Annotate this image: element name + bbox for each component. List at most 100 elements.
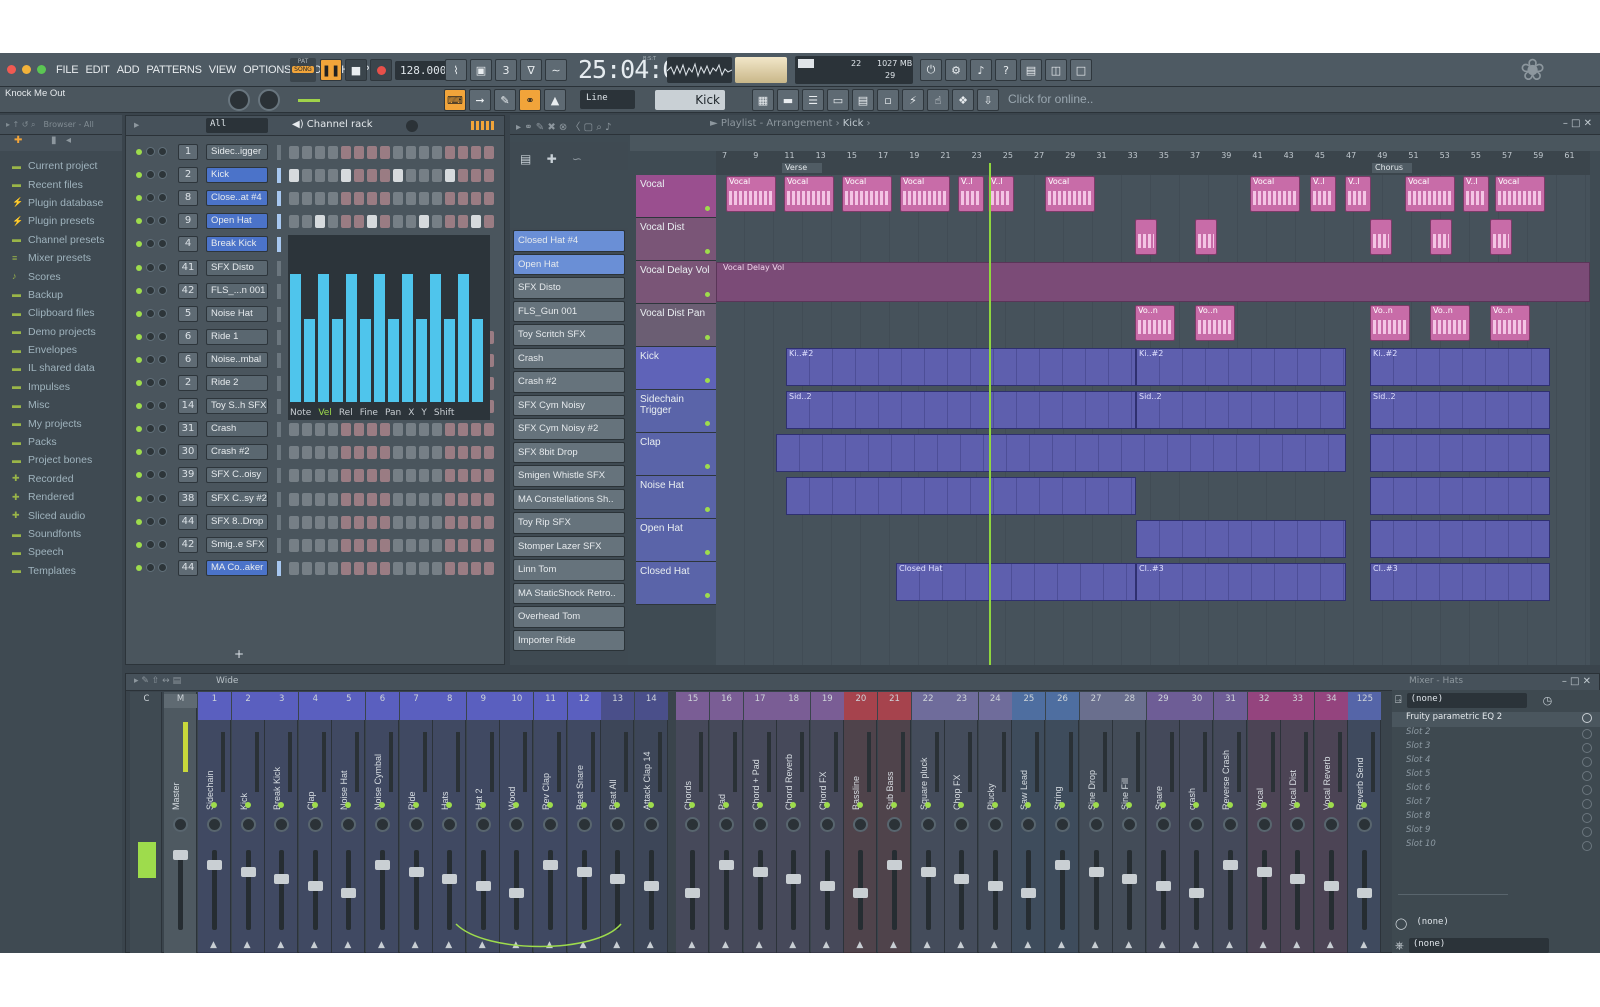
fader-cap[interactable] (307, 881, 323, 891)
input-icon[interactable]: ⍈ (1395, 693, 1402, 707)
channel-name-button[interactable]: Close..at #4 (206, 190, 268, 207)
channel-row[interactable]: 39 SFX C..oisy (126, 465, 506, 486)
channel-pan-knob[interactable] (146, 331, 155, 341)
insert-active-led[interactable] (1092, 802, 1099, 808)
insert-pan-knob[interactable] (920, 817, 936, 832)
fader-cap[interactable] (442, 874, 458, 884)
insert-active-led[interactable] (580, 802, 587, 808)
mixer-insert-strip[interactable]: 7 Ride ▲ (399, 692, 433, 953)
step-button[interactable] (354, 561, 364, 575)
browser-item[interactable]: ▬ Speech (0, 543, 122, 561)
step-button[interactable] (393, 515, 403, 529)
touch-controller-icon[interactable]: ☝ (927, 89, 949, 111)
timer-icon[interactable]: ◯ (1395, 917, 1407, 930)
channel-row[interactable]: 9 Open Hat (126, 211, 506, 232)
fader-cap[interactable] (752, 867, 768, 877)
fader-cap[interactable] (1055, 860, 1070, 870)
channel-mute-led[interactable] (136, 495, 142, 502)
insert-volume-fader[interactable] (643, 850, 659, 930)
step-button[interactable] (393, 561, 403, 575)
step-button[interactable] (406, 146, 416, 159)
channel-select-indicator[interactable] (277, 514, 281, 530)
mixer-insert-strip[interactable]: 26 String ▲ (1046, 692, 1079, 953)
graph-tab-pan[interactable]: Pan (385, 408, 401, 418)
step-button[interactable] (302, 561, 312, 575)
insert-name[interactable]: Plucky (986, 730, 1002, 810)
track-header[interactable]: Vocal Dist Pan (636, 304, 716, 347)
step-button[interactable] (380, 469, 390, 483)
pattern-item[interactable]: Open Hat (513, 253, 625, 275)
insert-volume-fader[interactable] (752, 850, 768, 930)
kick-clip[interactable]: Ki..#2 (1370, 348, 1550, 386)
pattern-item[interactable]: Linn Tom (513, 559, 625, 581)
channel-mute-led[interactable] (136, 241, 142, 248)
fader-cap[interactable] (1290, 874, 1306, 884)
insert-route-arrow-icon[interactable]: ▲ (756, 940, 763, 950)
step-button[interactable] (380, 169, 390, 183)
insert-volume-fader[interactable] (341, 850, 357, 930)
insert-name[interactable]: Snare (1154, 730, 1170, 810)
fader-cap[interactable] (207, 860, 222, 870)
step-button[interactable] (328, 215, 338, 229)
step-button[interactable] (328, 469, 338, 483)
channel-pan-knob[interactable] (146, 193, 155, 203)
step-button[interactable] (341, 515, 351, 529)
insert-name[interactable]: crash (1187, 730, 1203, 810)
menu-options[interactable]: OPTIONS (243, 64, 291, 76)
insert-volume-fader[interactable] (786, 850, 802, 930)
velocity-bar[interactable] (332, 319, 343, 402)
channel-pan-knob[interactable] (146, 516, 155, 526)
insert-pan-knob[interactable] (819, 817, 835, 832)
step-button[interactable] (393, 538, 403, 552)
tools-icon[interactable]: ⚙ (945, 59, 967, 81)
step-button[interactable] (406, 192, 416, 206)
insert-volume-fader[interactable] (853, 850, 869, 930)
step-button[interactable] (341, 169, 351, 183)
channel-select-indicator[interactable] (277, 352, 281, 368)
step-button[interactable] (315, 215, 325, 229)
velocity-bar[interactable] (290, 274, 301, 402)
master-volume-meter[interactable] (735, 57, 787, 83)
velocity-bar[interactable] (318, 274, 329, 402)
insert-pan-knob[interactable] (719, 817, 734, 832)
pattern-item[interactable]: SFX Cym Noisy (513, 394, 625, 416)
effect-slot[interactable]: Slot 2 (1392, 727, 1600, 741)
channel-pan-knob[interactable] (146, 470, 155, 480)
step-button[interactable] (341, 146, 351, 159)
insert-route-arrow-icon[interactable]: ▲ (277, 940, 284, 950)
mixer-tools-icon[interactable]: ▸ ✎ ⇧ ↔ ▤ (134, 676, 181, 686)
fader-cap[interactable] (576, 867, 592, 877)
step-button[interactable] (289, 169, 299, 183)
step-button[interactable] (393, 423, 403, 437)
mixer-insert-strip[interactable]: 3 Break Kick ▲ (265, 692, 299, 953)
step-button[interactable] (432, 561, 442, 575)
insert-active-led[interactable] (891, 802, 897, 808)
insert-route-arrow-icon[interactable]: ▲ (1226, 940, 1233, 950)
step-button[interactable] (354, 538, 364, 552)
mixer-insert-strip[interactable]: 2 Kick ▲ (231, 692, 265, 953)
insert-route-arrow-icon[interactable]: ▲ (378, 940, 385, 950)
step-button[interactable] (484, 492, 494, 506)
closed-hat-clip[interactable]: Cl..#3 (1370, 563, 1550, 601)
channel-pan-knob[interactable] (146, 493, 155, 503)
vocal-dist-pan-clip[interactable]: Vo..n (1370, 305, 1410, 341)
slot-mix-knob[interactable] (1582, 841, 1592, 851)
track-header[interactable]: Vocal Dist (636, 218, 716, 261)
slot-mix-knob[interactable] (1582, 785, 1592, 795)
vocal-clip[interactable]: Vocal (900, 176, 950, 212)
step-button[interactable] (341, 192, 351, 206)
playlist-tools-icon[interactable]: ▸ ⚭ ✎ ✖ ⊗ 〈 ▢ ⌕ ♪ (516, 118, 611, 133)
mixer-track-number[interactable]: 6 (178, 351, 198, 368)
step-button[interactable] (471, 538, 481, 552)
fader-cap[interactable] (1122, 874, 1138, 884)
slot-1[interactable]: Fruity parametric EQ 2 (1392, 712, 1600, 727)
step-button[interactable] (432, 515, 442, 529)
fader-cap[interactable] (543, 860, 558, 870)
insert-volume-fader[interactable] (887, 850, 902, 930)
mixer-insert-strip[interactable]: 25 Saw Lead ▲ (1012, 692, 1046, 953)
mixer-insert-strip[interactable]: 28 Sine Fill ▲ (1113, 692, 1147, 953)
playlist-scroll-bar[interactable] (630, 135, 1600, 151)
step-button[interactable] (380, 215, 390, 229)
browser-item[interactable]: ≡ Mixer presets (0, 249, 122, 267)
mixer-track-number[interactable]: 42 (178, 282, 198, 299)
